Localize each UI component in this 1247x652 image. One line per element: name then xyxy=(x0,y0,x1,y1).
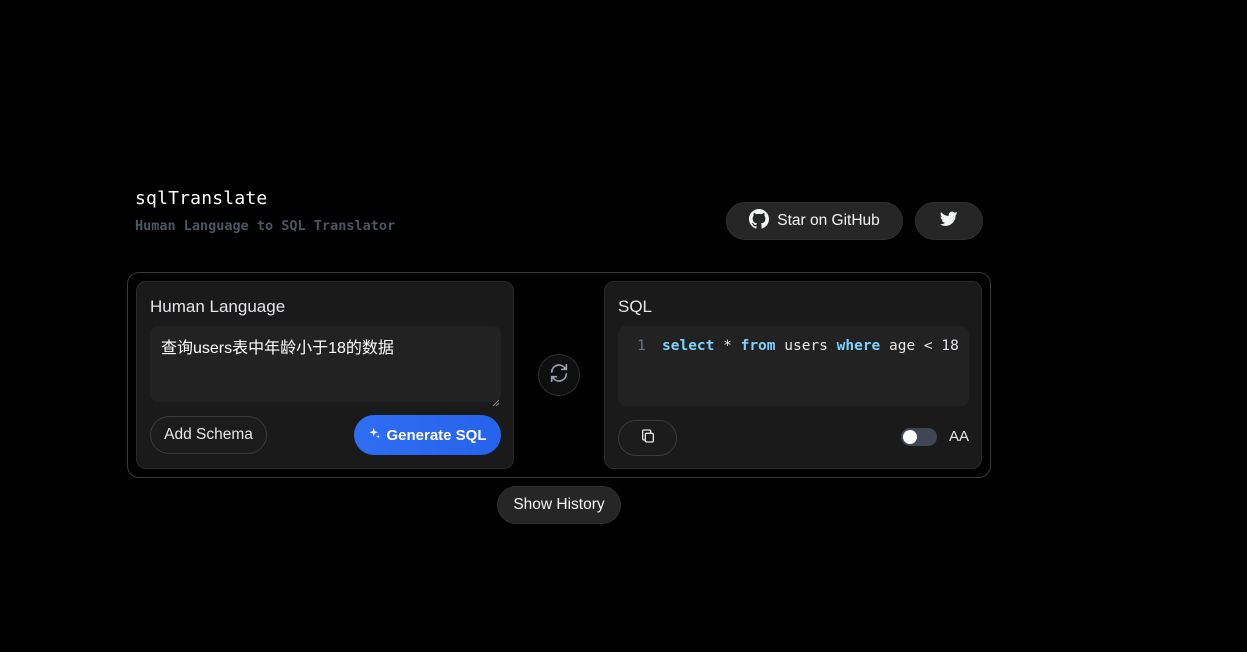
generate-sql-label: Generate SQL xyxy=(386,426,487,444)
sql-keyword: where xyxy=(836,338,881,354)
star-on-github-button[interactable]: Star on GitHub xyxy=(726,202,903,240)
sql-token: age < 18 xyxy=(880,338,959,354)
sparkles-icon xyxy=(368,427,381,444)
human-language-title: Human Language xyxy=(150,297,286,316)
generate-sql-button[interactable]: Generate SQL xyxy=(354,415,501,455)
case-toggle[interactable] xyxy=(901,428,937,446)
sql-card: SQL 1 select * from users where age < 18… xyxy=(604,281,982,469)
sql-code-line: select * from users where age < 18 xyxy=(662,338,959,354)
case-toggle-label: AA xyxy=(949,428,970,445)
sql-keyword: from xyxy=(740,338,776,354)
line-number: 1 xyxy=(637,338,646,354)
copy-button[interactable] xyxy=(618,420,677,456)
swap-arrows-icon xyxy=(548,362,570,389)
twitter-button[interactable] xyxy=(915,202,983,240)
toggle-knob xyxy=(903,430,917,444)
add-schema-button[interactable]: Add Schema xyxy=(150,416,267,454)
app-subtitle: Human Language to SQL Translator xyxy=(135,218,396,234)
app-title: sqlTranslate xyxy=(135,188,268,209)
sql-output[interactable]: 1 select * from users where age < 18 xyxy=(618,326,969,406)
sql-token: users xyxy=(775,338,837,354)
sql-keyword: select xyxy=(662,338,715,354)
sql-token: * xyxy=(714,338,741,354)
star-on-github-label: Star on GitHub xyxy=(777,212,880,229)
twitter-icon xyxy=(939,211,958,232)
human-language-input[interactable]: 查询users表中年龄小于18的数据 xyxy=(150,326,501,402)
show-history-button[interactable]: Show History xyxy=(497,486,621,524)
page: sqlTranslate Human Language to SQL Trans… xyxy=(0,0,1247,652)
copy-icon xyxy=(640,428,656,449)
github-icon xyxy=(749,208,770,234)
resize-handle-icon[interactable] xyxy=(492,394,500,407)
human-language-card: Human Language 查询users表中年龄小于18的数据 Add Sc… xyxy=(136,281,514,469)
swap-button[interactable] xyxy=(538,354,580,396)
sql-title: SQL xyxy=(618,297,653,316)
